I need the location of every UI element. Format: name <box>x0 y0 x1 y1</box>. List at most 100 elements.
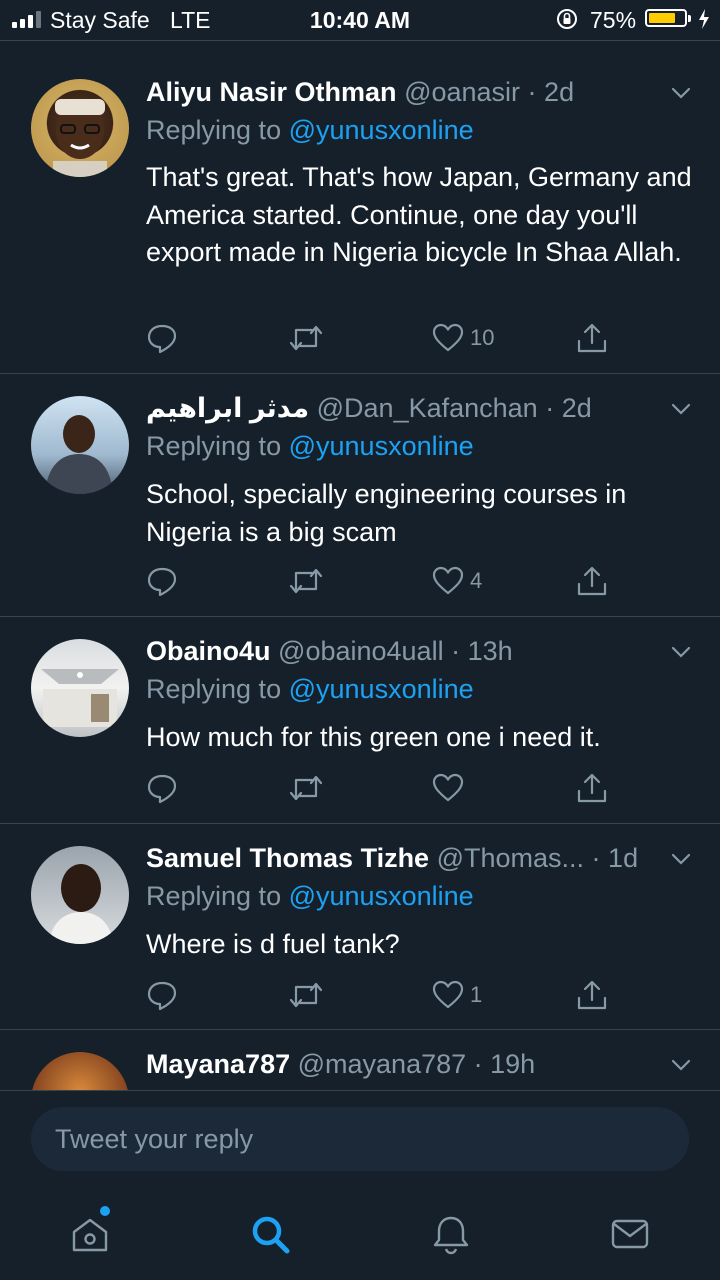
reply-tweet[interactable]: مدثر ابراهيم @Dan_Kafanchan · 2d Replyin… <box>0 374 720 617</box>
reply-tweet[interactable]: Samuel Thomas Tizhe @Thomas... · 1d Repl… <box>0 824 720 1030</box>
like-button[interactable]: 4 <box>432 564 482 598</box>
mention-link[interactable]: @yunusxonline <box>289 674 474 704</box>
share-icon <box>577 980 607 1010</box>
reply-tweet[interactable]: Obaino4u @obaino4uall · 13h Replying to … <box>0 617 720 824</box>
share-button[interactable] <box>575 321 609 355</box>
tweet-actions: 10 <box>146 321 646 355</box>
like-count: 1 <box>470 982 483 1007</box>
reply-icon <box>147 567 177 597</box>
display-name[interactable]: Obaino4u <box>146 636 271 666</box>
share-icon <box>577 566 607 596</box>
avatar[interactable] <box>31 396 129 494</box>
divider <box>0 40 720 41</box>
retweet-button[interactable] <box>288 771 324 805</box>
home-icon <box>72 1218 108 1252</box>
display-name[interactable]: مدثر ابراهيم <box>146 393 309 423</box>
user-handle[interactable]: @Dan_Kafanchan <box>317 393 538 423</box>
rotation-lock-icon <box>556 8 578 36</box>
avatar[interactable] <box>31 639 129 737</box>
timestamp: 2d <box>544 77 575 107</box>
avatar[interactable] <box>31 846 129 944</box>
status-bar: Stay Safe LTE 10:40 AM 75% <box>0 0 720 40</box>
bell-icon <box>433 1216 469 1255</box>
chevron-down-icon[interactable] <box>670 82 692 104</box>
reply-button[interactable] <box>146 321 178 355</box>
tweet-actions <box>146 771 646 805</box>
display-name[interactable]: Aliyu Nasir Othman <box>146 77 397 107</box>
battery-percent: 75% <box>590 7 637 33</box>
mail-icon <box>611 1219 649 1249</box>
notification-dot <box>100 1206 110 1216</box>
chevron-down-icon[interactable] <box>670 848 692 870</box>
reply-icon <box>147 774 177 804</box>
tweet-actions: 1 <box>146 978 646 1012</box>
timestamp: 13h <box>467 636 513 666</box>
like-button[interactable]: 1 <box>432 978 482 1012</box>
heart-icon <box>432 566 464 595</box>
tweet-text: How much for this green one i need it. <box>146 722 601 752</box>
like-button[interactable]: 10 <box>432 321 494 355</box>
tweet-header: Samuel Thomas Tizhe @Thomas... · 1d <box>146 843 639 873</box>
heart-icon <box>432 323 464 352</box>
retweet-button[interactable] <box>288 321 324 355</box>
reply-tweet[interactable]: Aliyu Nasir Othman @oanasir · 2d Replyin… <box>0 58 720 374</box>
charging-bolt-icon <box>697 8 711 36</box>
like-button[interactable] <box>432 771 470 805</box>
timestamp: 1d <box>608 843 639 873</box>
tweet-actions: 4 <box>146 564 646 598</box>
reply-button[interactable] <box>146 564 178 598</box>
heart-icon <box>432 773 464 802</box>
tweet-header: مدثر ابراهيم @Dan_Kafanchan · 2d <box>146 393 592 423</box>
like-count: 10 <box>470 325 495 350</box>
mention-link[interactable]: @yunusxonline <box>289 115 474 145</box>
share-button[interactable] <box>575 564 609 598</box>
chevron-down-icon[interactable] <box>670 641 692 663</box>
reply-icon <box>147 324 177 354</box>
share-button[interactable] <box>575 978 609 1012</box>
retweet-icon <box>289 982 323 1008</box>
user-handle[interactable]: @oanasir <box>404 77 520 107</box>
heart-icon <box>432 980 464 1009</box>
reply-tweet[interactable]: Mayana787 @mayana787 · 19h <box>0 1030 720 1090</box>
share-button[interactable] <box>575 771 609 805</box>
timestamp: 19h <box>490 1049 536 1079</box>
share-icon <box>577 773 607 803</box>
retweet-button[interactable] <box>288 978 324 1012</box>
tab-notifications[interactable] <box>429 1212 473 1256</box>
display-name[interactable]: Samuel Thomas Tizhe <box>146 843 429 873</box>
mention-link[interactable]: @yunusxonline <box>289 431 474 461</box>
tweet-text: Where is d fuel tank? <box>146 929 400 959</box>
search-icon <box>252 1216 290 1254</box>
tab-home[interactable] <box>68 1206 112 1256</box>
mention-link[interactable]: @yunusxonline <box>289 881 474 911</box>
chevron-down-icon[interactable] <box>670 1054 692 1076</box>
timestamp: 2d <box>561 393 592 423</box>
retweet-button[interactable] <box>288 564 324 598</box>
reply-input[interactable]: Tweet your reply <box>31 1107 689 1171</box>
reply-icon <box>147 981 177 1011</box>
tweet-header: Mayana787 @mayana787 · 19h <box>146 1049 536 1079</box>
user-handle[interactable]: @mayana787 <box>298 1049 467 1079</box>
tweet-text: That's great. That's how Japan, Germany … <box>146 162 692 267</box>
chevron-down-icon[interactable] <box>670 398 692 420</box>
tab-messages[interactable] <box>608 1212 652 1256</box>
replying-to: Replying to @yunusxonline <box>146 674 474 704</box>
share-icon <box>577 323 607 353</box>
retweet-icon <box>289 775 323 801</box>
avatar[interactable] <box>31 79 129 177</box>
reply-composer: Tweet your reply <box>0 1090 720 1190</box>
avatar[interactable] <box>31 1052 129 1090</box>
user-handle[interactable]: @obaino4uall <box>278 636 444 666</box>
tab-search[interactable] <box>248 1212 292 1256</box>
reply-button[interactable] <box>146 978 178 1012</box>
display-name[interactable]: Mayana787 <box>146 1049 290 1079</box>
reply-button[interactable] <box>146 771 178 805</box>
retweet-icon <box>289 568 323 594</box>
tweet-header: Obaino4u @obaino4uall · 13h <box>146 636 513 666</box>
replying-to: Replying to @yunusxonline <box>146 115 474 145</box>
tweet-header: Aliyu Nasir Othman @oanasir · 2d <box>146 77 575 107</box>
retweet-icon <box>289 325 323 351</box>
bottom-tab-bar <box>0 1190 720 1280</box>
like-count: 4 <box>470 568 483 593</box>
user-handle[interactable]: @Thomas... <box>437 843 584 873</box>
